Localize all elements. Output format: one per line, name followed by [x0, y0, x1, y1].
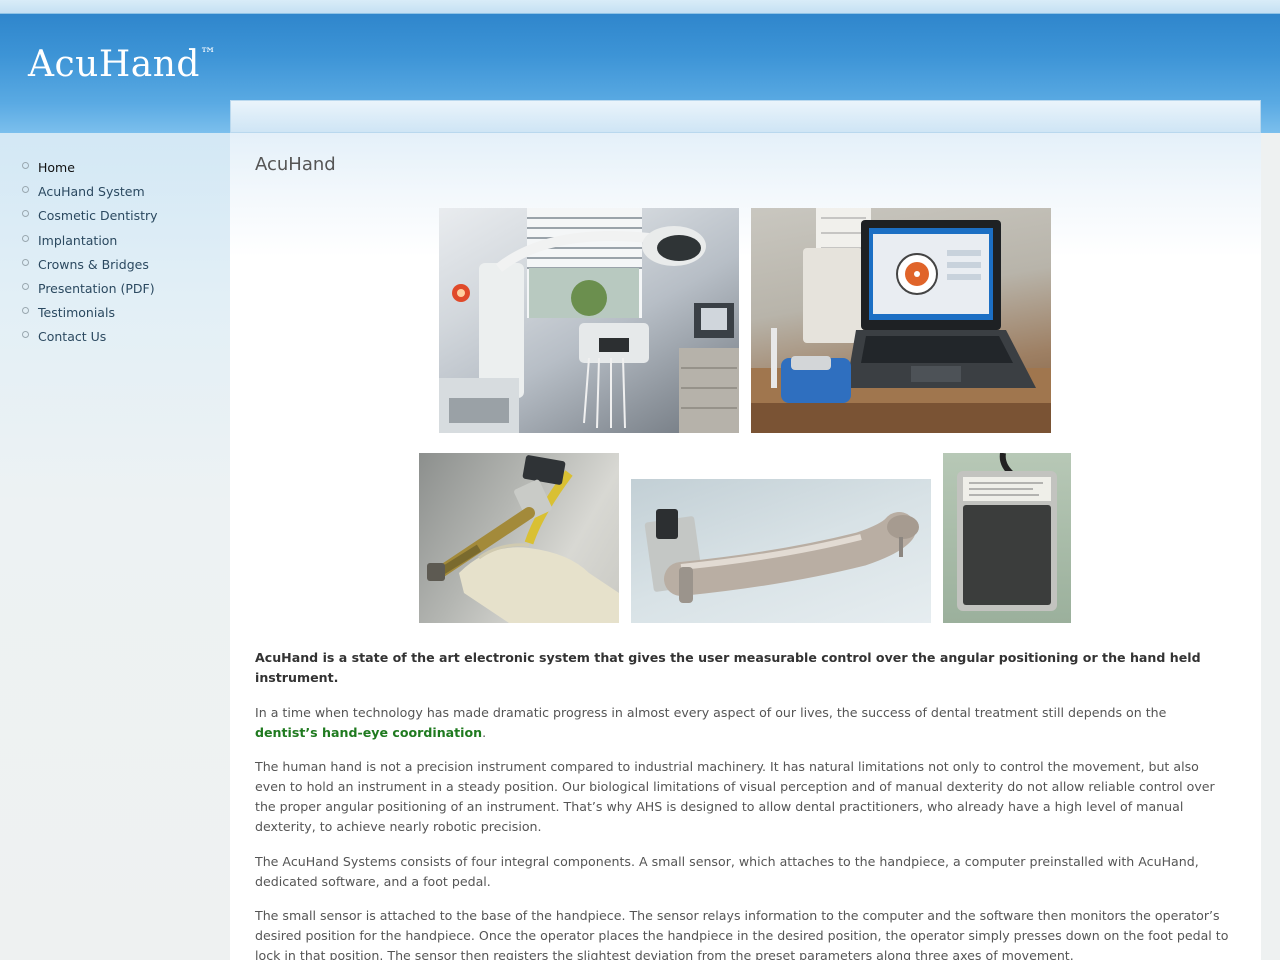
paragraph-2: The human hand is not a precision instru…	[255, 759, 1215, 834]
content-panel: AcuHand AcuHand is a state of the art el…	[230, 100, 1261, 960]
hand-with-handpiece-photo	[419, 453, 619, 623]
nav-item-crowns-bridges[interactable]: Crowns & Bridges	[20, 256, 158, 280]
nav-item-label: Presentation (PDF)	[38, 280, 155, 296]
nav-item-contact-us[interactable]: Contact Us	[20, 328, 158, 352]
sidebar: Home AcuHand System Cosmetic Dentistry I…	[0, 133, 230, 960]
nav-item-home[interactable]: Home	[20, 159, 158, 183]
bullet-icon	[22, 210, 29, 218]
bullet-icon	[22, 186, 29, 194]
panel-header-gradient	[230, 133, 1261, 443]
bullet-icon	[22, 331, 29, 339]
dental-chair-photo	[439, 208, 739, 433]
nav-item-label: Implantation	[38, 232, 118, 248]
panel-top-bar	[230, 100, 1261, 133]
logo-text: AcuHand	[28, 44, 200, 85]
foot-pedal-photo	[943, 453, 1071, 623]
site-logo[interactable]: AcuHand™	[28, 44, 216, 85]
nav-item-label: Cosmetic Dentistry	[38, 208, 158, 224]
bullet-icon	[22, 258, 29, 266]
nav-item-label: Crowns & Bridges	[38, 256, 149, 272]
nav-item-acuhand-system[interactable]: AcuHand System	[20, 183, 158, 207]
paragraph-1-end: .	[482, 724, 487, 740]
nav-item-label: AcuHand System	[38, 184, 145, 200]
hand-eye-coordination-link[interactable]: dentist’s hand-eye coordination	[255, 725, 482, 740]
trademark-symbol: ™	[199, 44, 217, 63]
main-nav: Home AcuHand System Cosmetic Dentistry I…	[20, 159, 158, 353]
paragraph-3: The AcuHand Systems consists of four int…	[255, 853, 1199, 889]
nav-item-label: Testimonials	[38, 305, 115, 321]
bullet-icon	[22, 307, 29, 315]
paragraph-4: The small sensor is attached to the base…	[255, 908, 1229, 960]
main-content: AcuHand is a state of the art electronic…	[255, 648, 1230, 960]
nav-item-cosmetic-dentistry[interactable]: Cosmetic Dentistry	[20, 207, 158, 231]
nav-item-implantation[interactable]: Implantation	[20, 232, 158, 256]
bullet-icon	[22, 162, 29, 169]
lead-paragraph: AcuHand is a state of the art electronic…	[255, 650, 1201, 685]
nav-item-label: Home	[38, 160, 75, 175]
nav-item-label: Contact Us	[38, 329, 107, 345]
nav-item-testimonials[interactable]: Testimonials	[20, 304, 158, 328]
nav-item-presentation[interactable]: Presentation (PDF)	[20, 280, 158, 304]
laptop-software-photo	[751, 208, 1051, 433]
bullet-icon	[22, 234, 29, 242]
top-strip	[0, 0, 1280, 14]
bullet-icon	[22, 282, 29, 290]
page-title: AcuHand	[255, 154, 336, 175]
paragraph-1: In a time when technology has made drama…	[255, 703, 1230, 743]
handpiece-sensor-photo	[631, 479, 931, 623]
paragraph-1-text: In a time when technology has made drama…	[255, 704, 1167, 720]
